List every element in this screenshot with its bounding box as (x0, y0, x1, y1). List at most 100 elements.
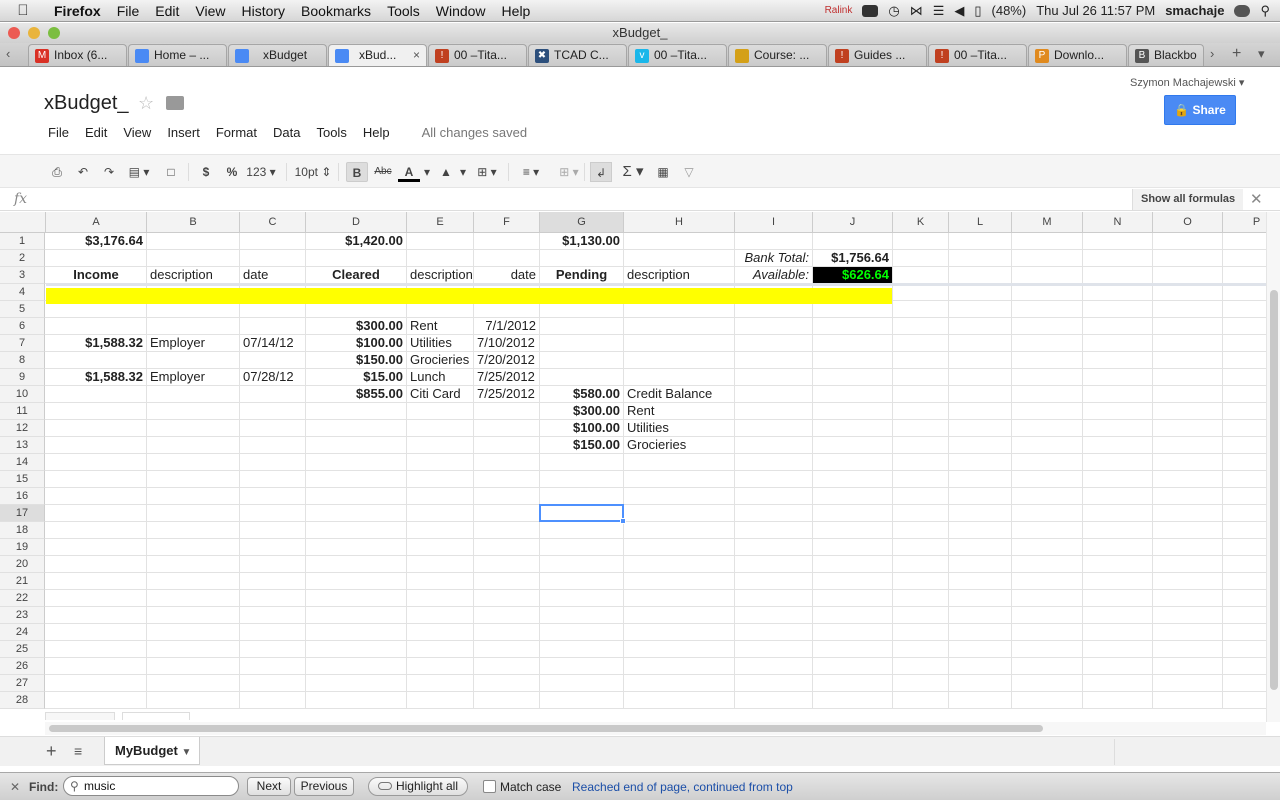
selected-cell[interactable] (539, 504, 624, 522)
cell-d3[interactable]: Cleared (306, 267, 406, 283)
cell-b9[interactable]: Employer (147, 369, 239, 385)
functions-button[interactable]: Σ ▾ (618, 162, 648, 182)
fill-color-icon[interactable]: ▲ (436, 162, 456, 182)
spreadsheet-grid[interactable]: ABCDEFGHIJKLMNOP 1 2 3 4 5 6 7 8 9 10 11 12 13 14 15 16… (0, 212, 1266, 709)
show-all-formulas-button[interactable]: Show all formulas (1132, 189, 1244, 210)
column-header-o[interactable]: O (1153, 212, 1223, 233)
cell-h12[interactable]: Utilities (624, 420, 734, 436)
row-header-26[interactable]: 26 (0, 658, 45, 675)
bold-button[interactable]: B (346, 162, 368, 182)
paint-format-icon[interactable]: □ (162, 162, 180, 182)
menu-window[interactable]: Window (428, 3, 494, 19)
vertical-scroll-thumb[interactable] (1270, 290, 1278, 690)
column-header-c[interactable]: C (240, 212, 306, 233)
row-header-25[interactable]: 25 (0, 641, 45, 658)
row-header-17[interactable]: 17 (0, 505, 45, 522)
cell-c7[interactable]: 07/14/12 (240, 335, 305, 351)
row-header-16[interactable]: 16 (0, 488, 45, 505)
close-window-icon[interactable] (8, 27, 20, 39)
highlight-all-button[interactable]: Highlight all (368, 777, 468, 796)
strikethrough-button[interactable]: Abc (372, 162, 394, 182)
docs-menu-file[interactable]: File (40, 125, 77, 140)
wifi-icon[interactable]: ☰ (933, 3, 945, 19)
percent-format-button[interactable]: % (224, 162, 240, 182)
cell-g3[interactable]: Pending (540, 267, 623, 283)
row-header-4[interactable]: 4 (0, 284, 45, 301)
close-formula-bar-icon[interactable]: ✕ (1250, 190, 1263, 208)
row-header-10[interactable]: 10 (0, 386, 45, 403)
battery-monitor-icon[interactable] (862, 4, 879, 17)
browser-tab[interactable]: ! 00 –Tita... (928, 44, 1027, 66)
menu-tools[interactable]: Tools (379, 3, 428, 19)
row-header-5[interactable]: 5 (0, 301, 45, 318)
docs-menu-help[interactable]: Help (355, 125, 398, 140)
cell-b3[interactable]: description (147, 267, 239, 283)
column-header-m[interactable]: M (1012, 212, 1083, 233)
cell-i2[interactable]: Bank Total: (735, 250, 812, 266)
docs-menu-view[interactable]: View (115, 125, 159, 140)
account-name[interactable]: Szymon Machajewski ▾ (1130, 76, 1244, 89)
fill-handle[interactable] (620, 518, 626, 524)
cell-b7[interactable]: Employer (147, 335, 239, 351)
browser-tab[interactable]: M Inbox (6... (28, 44, 127, 66)
horizontal-scroll-thumb[interactable] (49, 725, 1043, 732)
cell-i3[interactable]: Available: (735, 267, 812, 283)
volume-icon[interactable]: ◀ (954, 3, 964, 19)
browser-tab[interactable]: P Downlo... (1028, 44, 1127, 66)
user-menu[interactable]: smachaje (1165, 3, 1224, 18)
row-header-15[interactable]: 15 (0, 471, 45, 488)
cell-f6[interactable]: 7/1/2012 (474, 318, 539, 334)
browser-tab[interactable]: xBudget (228, 44, 327, 66)
browser-tab[interactable]: ! 00 –Tita... (428, 44, 527, 66)
column-header-a[interactable]: A (46, 212, 147, 233)
cell-d8[interactable]: $150.00 (306, 352, 406, 368)
column-header-d[interactable]: D (306, 212, 407, 233)
cell-f3[interactable]: date (474, 267, 539, 283)
sheet-tab-mybudget[interactable]: MyBudget ▼ (104, 737, 200, 765)
row-header-24[interactable]: 24 (0, 624, 45, 641)
tab-list-icon[interactable]: ▾ (1258, 46, 1265, 62)
cell-g10[interactable]: $580.00 (540, 386, 623, 402)
share-button[interactable]: 🔒 Share (1164, 95, 1236, 125)
row-header-21[interactable]: 21 (0, 573, 45, 590)
docs-menu-data[interactable]: Data (265, 125, 308, 140)
folder-icon[interactable] (166, 96, 184, 110)
clock[interactable]: Thu Jul 26 11:57 PM (1036, 3, 1155, 18)
row-header-9[interactable]: 9 (0, 369, 45, 386)
row-header-11[interactable]: 11 (0, 403, 45, 420)
document-title[interactable]: xBudget_ (44, 92, 129, 115)
star-icon[interactable]: ☆ (138, 93, 154, 114)
browser-tab[interactable]: Course: ... (728, 44, 827, 66)
cell-e8[interactable]: Grocieries (407, 352, 473, 368)
cell-h11[interactable]: Rent (624, 403, 734, 419)
cell-g11[interactable]: $300.00 (540, 403, 623, 419)
row-header-14[interactable]: 14 (0, 454, 45, 471)
column-header-p[interactable]: P (1223, 212, 1266, 233)
select-all-corner[interactable] (0, 212, 46, 233)
row-header-28[interactable]: 28 (0, 692, 45, 709)
row-header-12[interactable]: 12 (0, 420, 45, 437)
menu-view[interactable]: View (187, 3, 233, 19)
menu-help[interactable]: Help (494, 3, 539, 19)
paste-icon[interactable]: ▤ ▾ (124, 162, 154, 182)
font-size-select[interactable]: 10pt ⇕ (294, 162, 332, 182)
cell-d6[interactable]: $300.00 (306, 318, 406, 334)
apple-menu-icon[interactable]:  (0, 2, 46, 19)
sheet-menu-icon[interactable]: ▼ (181, 747, 191, 758)
column-header-h[interactable]: H (624, 212, 735, 233)
filter-icon[interactable]: ▽ (680, 162, 698, 182)
cell-f8[interactable]: 7/20/2012 (474, 352, 539, 368)
row-header-20[interactable]: 20 (0, 556, 45, 573)
menu-edit[interactable]: Edit (147, 3, 187, 19)
undo-icon[interactable]: ↶ (74, 162, 92, 182)
text-color-button[interactable]: A (398, 162, 420, 182)
cell-j2[interactable]: $1,756.64 (813, 250, 892, 266)
row-header-23[interactable]: 23 (0, 607, 45, 624)
find-next-button[interactable]: Next (247, 777, 291, 796)
column-header-i[interactable]: I (735, 212, 813, 233)
cell-f7[interactable]: 7/10/2012 (474, 335, 539, 351)
column-header-f[interactable]: F (474, 212, 540, 233)
user-avatar-icon[interactable] (1234, 4, 1251, 17)
formula-input[interactable] (44, 191, 1124, 209)
row-header-6[interactable]: 6 (0, 318, 45, 335)
